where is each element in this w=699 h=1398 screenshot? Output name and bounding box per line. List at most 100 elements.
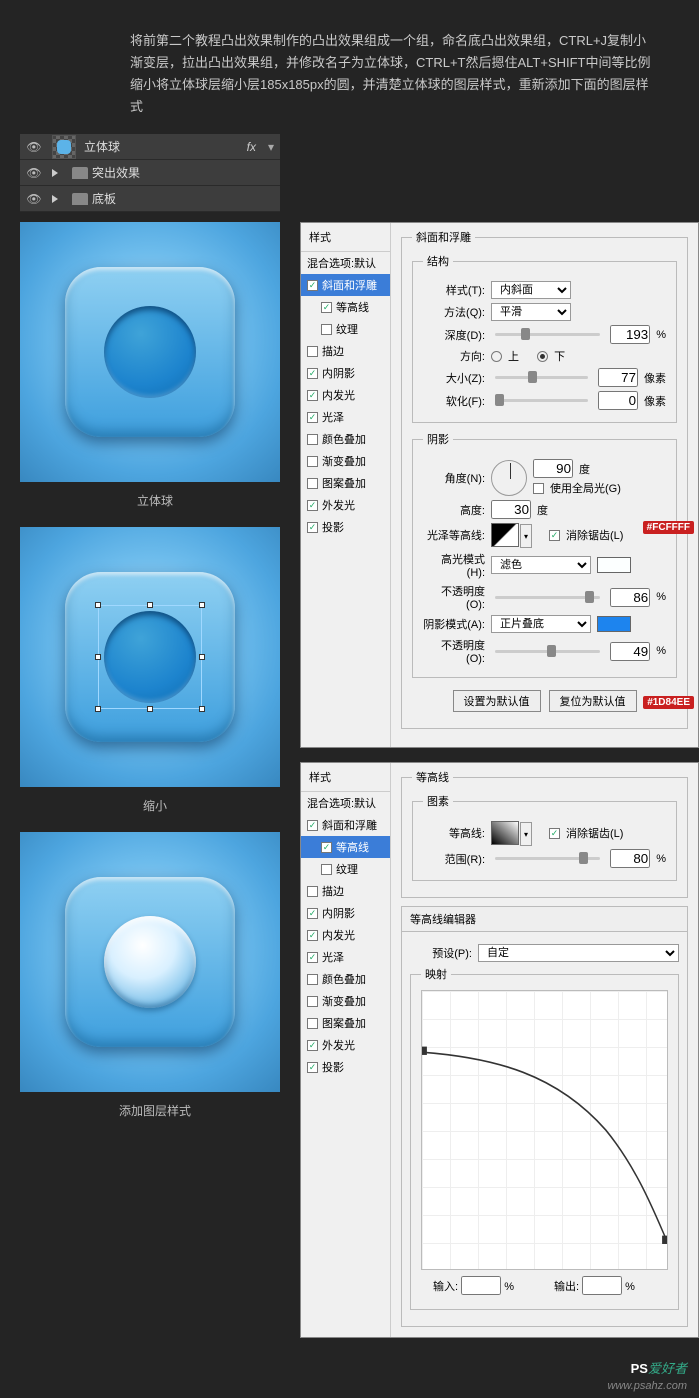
chevron-down-icon[interactable]: ▾ bbox=[262, 140, 280, 154]
antialias-checkbox[interactable] bbox=[549, 530, 560, 541]
checkbox[interactable] bbox=[307, 280, 318, 291]
checkbox[interactable] bbox=[307, 1040, 318, 1051]
contour-item[interactable]: 等高线 bbox=[301, 836, 390, 858]
blend-options[interactable]: 混合选项:默认 bbox=[301, 792, 390, 814]
global-light-checkbox[interactable] bbox=[533, 483, 544, 494]
checkbox[interactable] bbox=[307, 412, 318, 423]
section-title: 斜面和浮雕 bbox=[412, 229, 475, 245]
checkbox[interactable] bbox=[307, 500, 318, 511]
checkbox[interactable] bbox=[307, 434, 318, 445]
checkbox[interactable] bbox=[307, 522, 318, 533]
texture-item[interactable]: 纹理 bbox=[301, 858, 390, 880]
checkbox[interactable] bbox=[307, 368, 318, 379]
checkbox[interactable] bbox=[321, 302, 332, 313]
checkbox[interactable] bbox=[321, 324, 332, 335]
grad-overlay-item[interactable]: 渐变叠加 bbox=[301, 990, 390, 1012]
range-slider[interactable] bbox=[495, 857, 600, 860]
checkbox[interactable] bbox=[307, 390, 318, 401]
curve-input[interactable] bbox=[461, 1276, 501, 1295]
angle-dial[interactable] bbox=[491, 460, 527, 496]
set-default-button[interactable]: 设置为默认值 bbox=[453, 690, 541, 712]
layer-row[interactable]: 👁 突出效果 bbox=[20, 160, 280, 186]
checkbox[interactable] bbox=[307, 886, 318, 897]
size-input[interactable] bbox=[598, 368, 638, 387]
visibility-icon[interactable]: 👁 bbox=[20, 140, 48, 154]
inner-glow-item[interactable]: 内发光 bbox=[301, 924, 390, 946]
layer-row[interactable]: 👁 立体球 fx ▾ bbox=[20, 134, 280, 160]
sh-opacity-slider[interactable] bbox=[495, 650, 600, 653]
dir-down-radio[interactable] bbox=[537, 351, 548, 362]
angle-input[interactable] bbox=[533, 459, 573, 478]
outer-glow-item[interactable]: 外发光 bbox=[301, 1034, 390, 1056]
visibility-icon[interactable]: 👁 bbox=[20, 192, 48, 206]
label: 等高线: bbox=[423, 825, 485, 841]
hi-opacity-slider[interactable] bbox=[495, 596, 600, 599]
layer-name[interactable]: 立体球 bbox=[80, 138, 241, 155]
preset-select[interactable]: 自定 bbox=[478, 944, 679, 962]
drop-shadow-item[interactable]: 投影 bbox=[301, 516, 390, 538]
layer-name[interactable]: 突出效果 bbox=[88, 164, 280, 181]
stroke-item[interactable]: 描边 bbox=[301, 340, 390, 362]
curve-output[interactable] bbox=[582, 1276, 622, 1295]
patt-overlay-item[interactable]: 图案叠加 bbox=[301, 1012, 390, 1034]
color-overlay-item[interactable]: 颜色叠加 bbox=[301, 968, 390, 990]
checkbox[interactable] bbox=[307, 996, 318, 1007]
altitude-input[interactable] bbox=[491, 500, 531, 519]
highlight-color[interactable] bbox=[597, 557, 631, 573]
inner-shadow-item[interactable]: 内阴影 bbox=[301, 362, 390, 384]
gloss-contour[interactable] bbox=[491, 523, 519, 547]
checkbox[interactable] bbox=[307, 478, 318, 489]
visibility-icon[interactable]: 👁 bbox=[20, 166, 48, 180]
expand-icon[interactable] bbox=[52, 169, 58, 177]
reset-default-button[interactable]: 复位为默认值 bbox=[549, 690, 637, 712]
satin-item[interactable]: 光泽 bbox=[301, 946, 390, 968]
blend-options[interactable]: 混合选项:默认 bbox=[301, 252, 390, 274]
antialias-checkbox[interactable] bbox=[549, 828, 560, 839]
shadow-mode-select[interactable]: 正片叠底 bbox=[491, 615, 591, 633]
style-select[interactable]: 内斜面 bbox=[491, 281, 571, 299]
checkbox[interactable] bbox=[307, 456, 318, 467]
bevel-item[interactable]: 斜面和浮雕 bbox=[301, 814, 390, 836]
patt-overlay-item[interactable]: 图案叠加 bbox=[301, 472, 390, 494]
inner-shadow-item[interactable]: 内阴影 bbox=[301, 902, 390, 924]
depth-slider[interactable] bbox=[495, 333, 600, 336]
shadow-color[interactable] bbox=[597, 616, 631, 632]
range-input[interactable] bbox=[610, 849, 650, 868]
expand-icon[interactable] bbox=[52, 195, 58, 203]
checkbox[interactable] bbox=[321, 842, 332, 853]
outer-glow-item[interactable]: 外发光 bbox=[301, 494, 390, 516]
satin-item[interactable]: 光泽 bbox=[301, 406, 390, 428]
highlight-mode-select[interactable]: 滤色 bbox=[491, 556, 591, 574]
stroke-item[interactable]: 描边 bbox=[301, 880, 390, 902]
sh-opacity-input[interactable] bbox=[610, 642, 650, 661]
color-overlay-item[interactable]: 颜色叠加 bbox=[301, 428, 390, 450]
caption: 立体球 bbox=[20, 482, 290, 527]
bevel-item[interactable]: 斜面和浮雕 bbox=[301, 274, 390, 296]
checkbox[interactable] bbox=[307, 820, 318, 831]
dir-up-radio[interactable] bbox=[491, 351, 502, 362]
soft-input[interactable] bbox=[598, 391, 638, 410]
inner-glow-item[interactable]: 内发光 bbox=[301, 384, 390, 406]
depth-input[interactable] bbox=[610, 325, 650, 344]
drop-shadow-item[interactable]: 投影 bbox=[301, 1056, 390, 1078]
checkbox[interactable] bbox=[307, 930, 318, 941]
layer-row[interactable]: 👁 底板 bbox=[20, 186, 280, 212]
texture-item[interactable]: 纹理 bbox=[301, 318, 390, 340]
checkbox[interactable] bbox=[307, 952, 318, 963]
size-slider[interactable] bbox=[495, 376, 588, 379]
contour-picker[interactable] bbox=[491, 821, 519, 845]
checkbox[interactable] bbox=[307, 1018, 318, 1029]
fx-badge[interactable]: fx bbox=[241, 140, 262, 154]
grad-overlay-item[interactable]: 渐变叠加 bbox=[301, 450, 390, 472]
method-select[interactable]: 平滑 bbox=[491, 303, 571, 321]
checkbox[interactable] bbox=[307, 346, 318, 357]
layer-name[interactable]: 底板 bbox=[88, 190, 280, 207]
checkbox[interactable] bbox=[307, 908, 318, 919]
checkbox[interactable] bbox=[307, 974, 318, 985]
checkbox[interactable] bbox=[307, 1062, 318, 1073]
contour-curve[interactable] bbox=[421, 990, 668, 1270]
hi-opacity-input[interactable] bbox=[610, 588, 650, 607]
checkbox[interactable] bbox=[321, 864, 332, 875]
contour-item[interactable]: 等高线 bbox=[301, 296, 390, 318]
soft-slider[interactable] bbox=[495, 399, 588, 402]
